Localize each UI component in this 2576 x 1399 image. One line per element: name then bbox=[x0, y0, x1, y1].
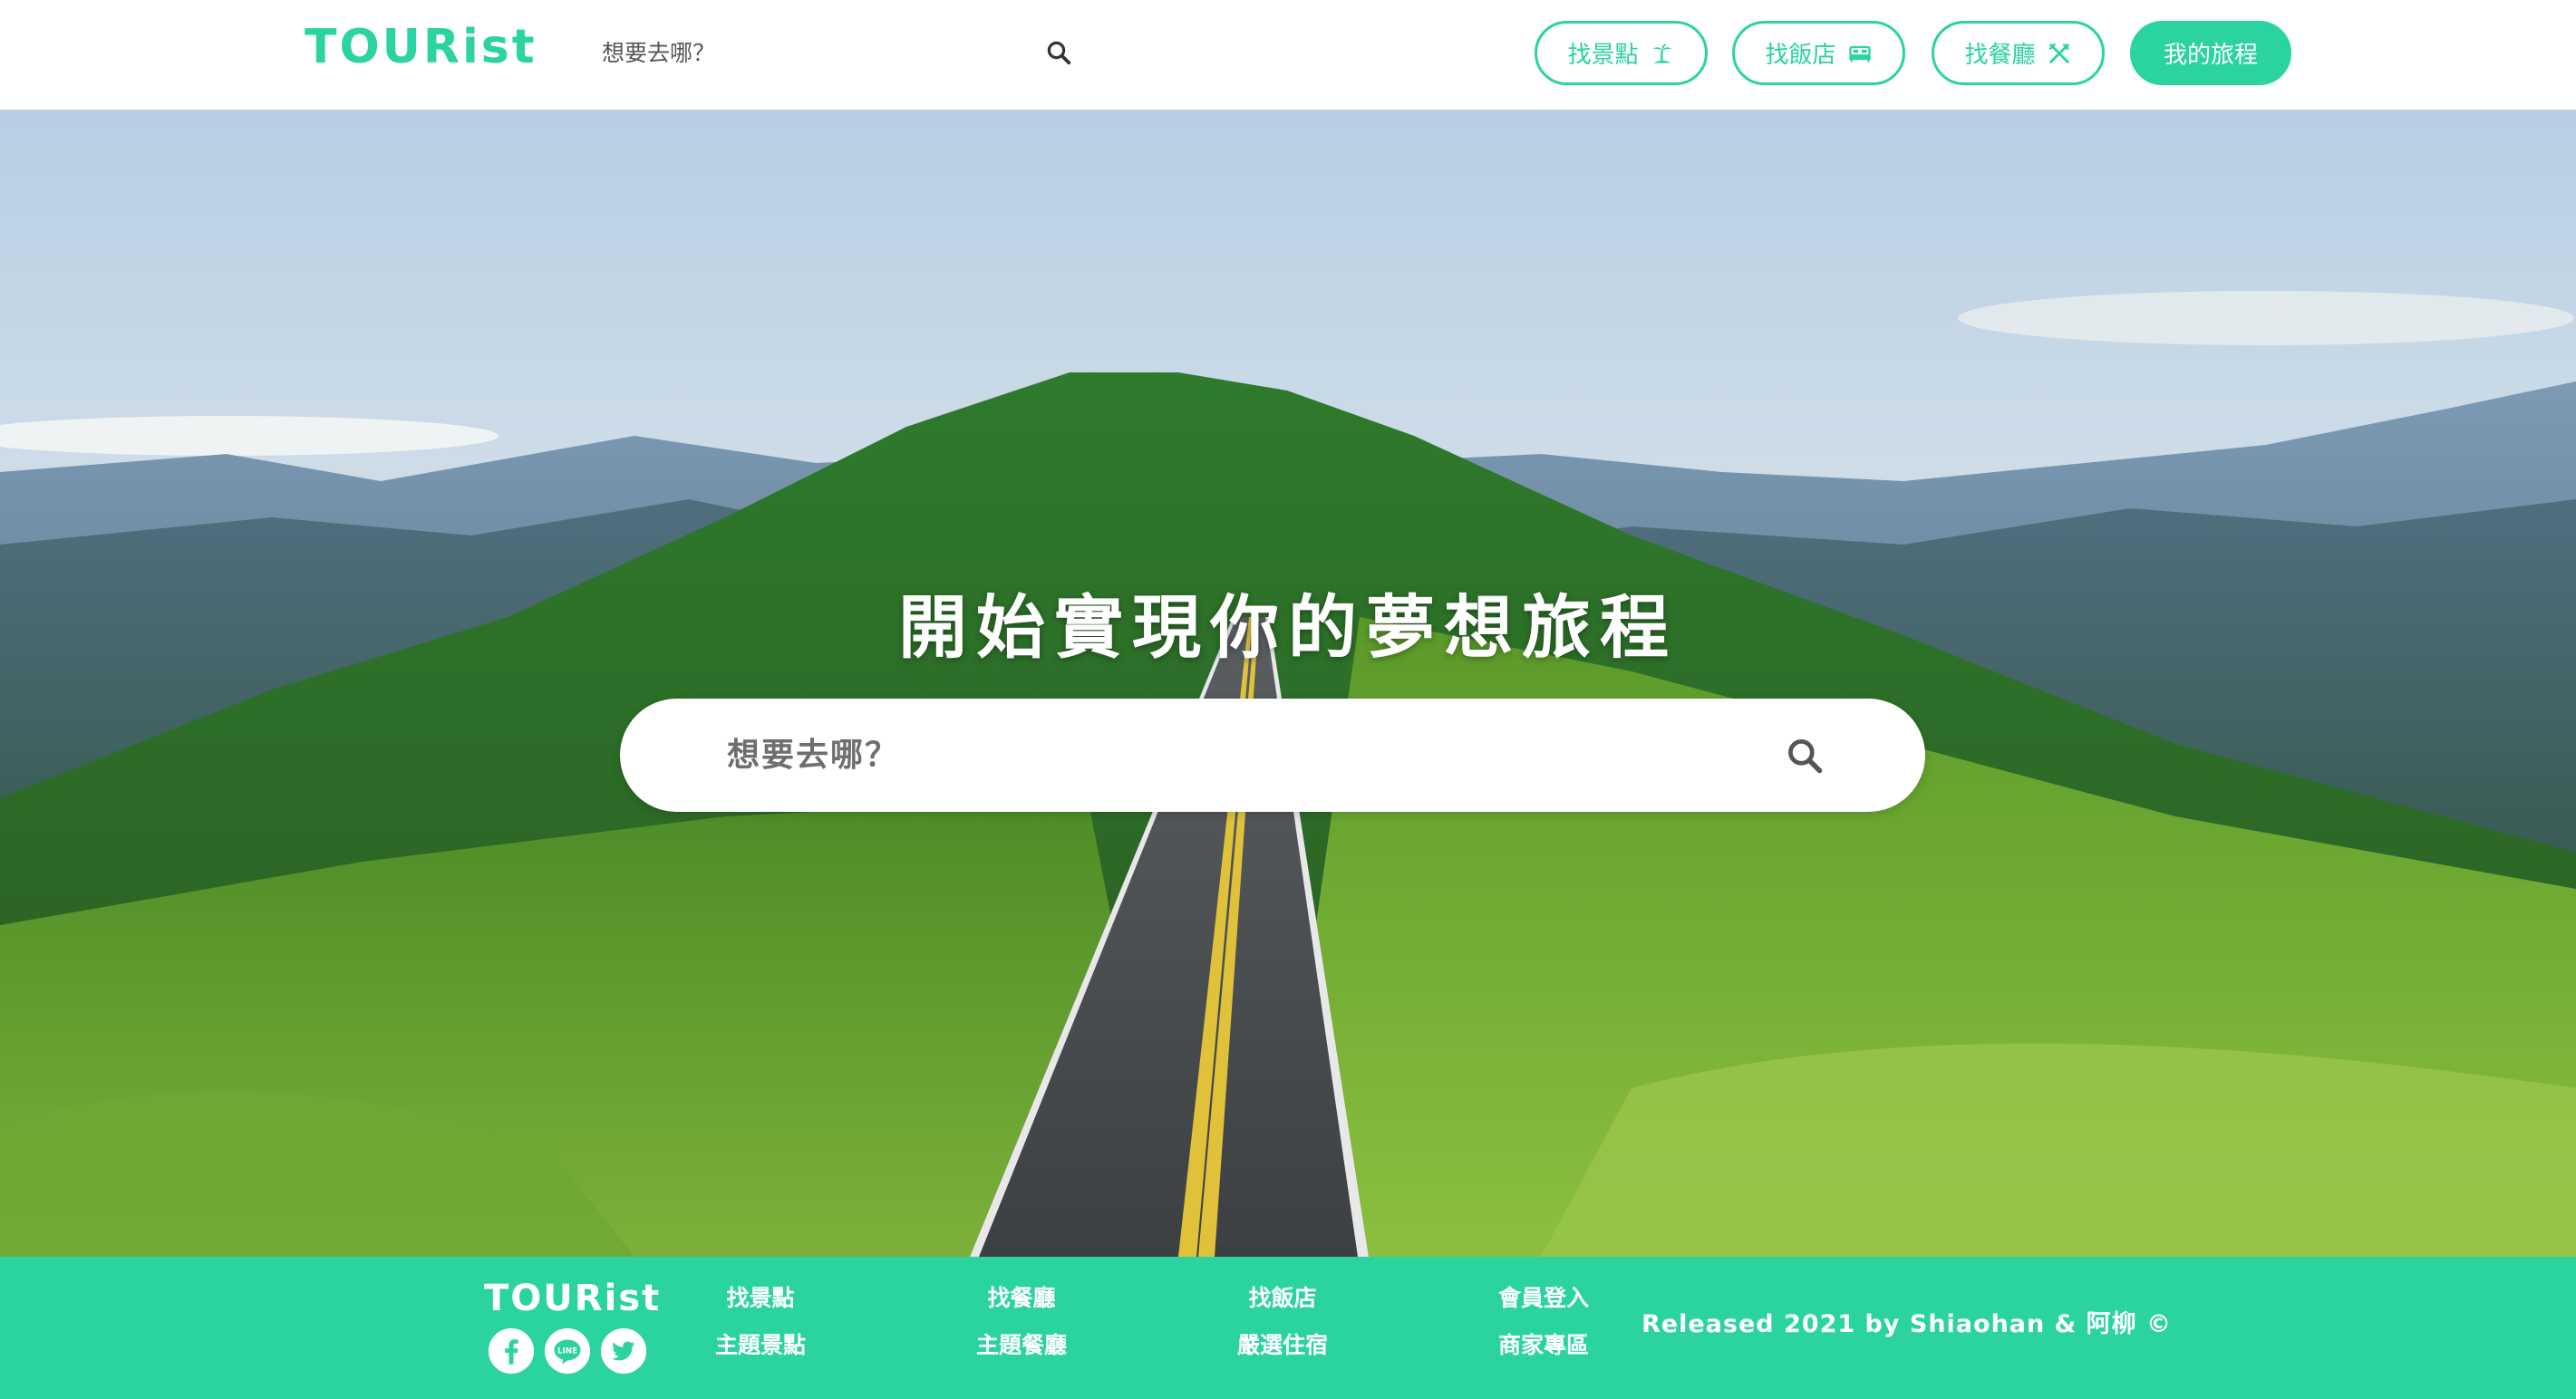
header-search-input[interactable] bbox=[602, 27, 1001, 78]
facebook-link[interactable] bbox=[489, 1328, 534, 1374]
find-restaurants-button[interactable]: 找餐廳 bbox=[1932, 21, 2105, 85]
site-logo[interactable]: TOURist bbox=[305, 20, 537, 74]
find-hotels-label: 找飯店 bbox=[1765, 42, 1836, 69]
footer-link-theme-spots[interactable]: 主題景點 bbox=[715, 1327, 806, 1360]
twitter-link[interactable] bbox=[601, 1328, 646, 1374]
footer-link-merchant-area[interactable]: 商家專區 bbox=[1498, 1327, 1589, 1360]
footer-link-theme-restaurants[interactable]: 主題餐廳 bbox=[976, 1327, 1067, 1360]
line-icon: LINE bbox=[545, 1328, 590, 1374]
find-restaurants-label: 找餐廳 bbox=[1964, 42, 2036, 69]
footer-copyright: Released 2021 by Shiaohan & 阿柳 © bbox=[1641, 1310, 2172, 1338]
hero-banner: 開始實現你的夢想旅程 bbox=[0, 110, 2576, 1257]
footer-logo[interactable]: TOURist bbox=[484, 1278, 661, 1318]
hero-title: 開始實現你的夢想旅程 bbox=[898, 587, 1678, 668]
utensils-icon bbox=[2048, 43, 2069, 63]
search-icon bbox=[1788, 739, 1823, 774]
footer-link-member-login[interactable]: 會員登入 bbox=[1498, 1280, 1589, 1313]
top-navbar: TOURist 找景點 找飯店 找餐廳 bbox=[0, 0, 2576, 110]
my-trip-label: 我的旅程 bbox=[2163, 42, 2258, 69]
hero-search-bar bbox=[620, 699, 1925, 812]
find-spots-button[interactable]: 找景點 bbox=[1535, 21, 1708, 85]
header-search bbox=[602, 27, 1073, 78]
site-footer: TOURist LINE 找景點 主題景點 找餐廳 主題餐廳 找飯店 嚴選住宿 … bbox=[0, 1257, 2576, 1399]
hero-search-button[interactable] bbox=[1780, 731, 1829, 780]
footer-link-spots[interactable]: 找景點 bbox=[726, 1280, 794, 1313]
svg-text:LINE: LINE bbox=[557, 1347, 577, 1356]
footer-link-selected-stays[interactable]: 嚴選住宿 bbox=[1237, 1327, 1328, 1360]
hero-search-input[interactable] bbox=[725, 699, 1722, 812]
find-hotels-button[interactable]: 找飯店 bbox=[1732, 21, 1905, 85]
search-icon bbox=[1047, 41, 1071, 65]
header-search-button[interactable] bbox=[1041, 34, 1077, 71]
palm-tree-icon bbox=[1652, 43, 1671, 63]
bed-icon bbox=[1848, 45, 1871, 62]
footer-link-restaurants[interactable]: 找餐廳 bbox=[987, 1280, 1055, 1313]
hero-background-image bbox=[0, 110, 2576, 1257]
find-spots-label: 找景點 bbox=[1567, 42, 1639, 69]
my-trip-button[interactable]: 我的旅程 bbox=[2130, 21, 2291, 85]
twitter-icon bbox=[601, 1328, 646, 1374]
facebook-icon bbox=[489, 1328, 534, 1374]
footer-link-hotels[interactable]: 找飯店 bbox=[1248, 1280, 1316, 1313]
line-link[interactable]: LINE bbox=[545, 1328, 590, 1374]
